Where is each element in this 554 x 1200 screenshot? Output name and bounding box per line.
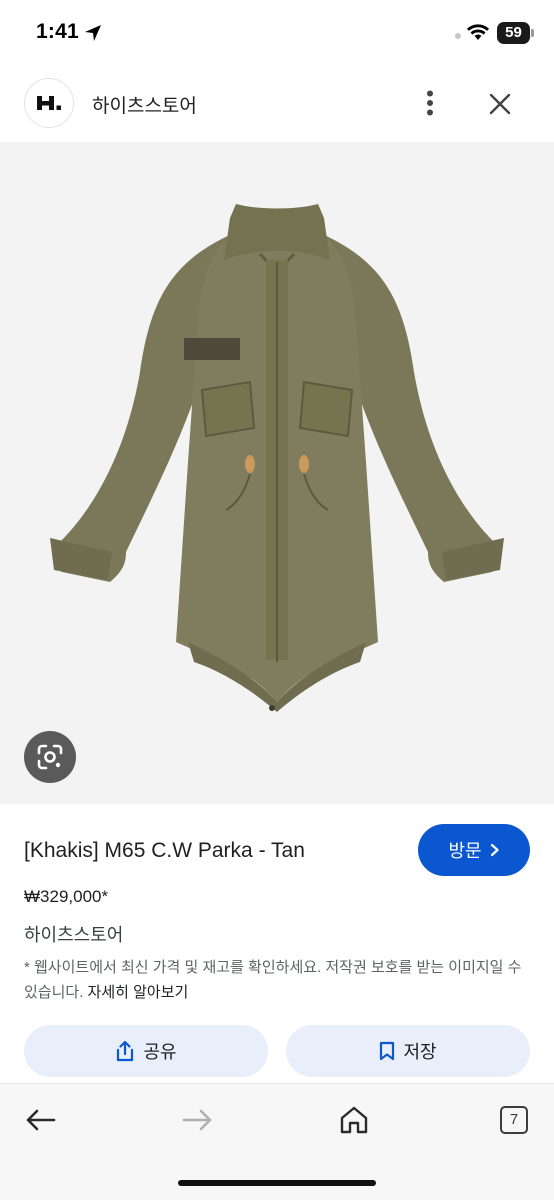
- tabs-button[interactable]: 7: [494, 1100, 534, 1140]
- share-label: 공유: [143, 1042, 177, 1062]
- product-image: [50, 204, 504, 712]
- visit-button[interactable]: 방문: [418, 824, 530, 876]
- save-button[interactable]: 저장: [286, 1025, 530, 1077]
- product-price: ₩329,000*: [24, 887, 109, 906]
- site-logo[interactable]: [24, 78, 74, 128]
- forward-button[interactable]: [178, 1100, 218, 1140]
- battery-indicator: 59: [497, 22, 530, 44]
- home-icon: [340, 1106, 368, 1134]
- close-icon: [489, 93, 511, 115]
- share-button[interactable]: 공유: [24, 1025, 268, 1077]
- more-options-button[interactable]: [416, 84, 444, 122]
- status-bar: 1:41 59: [0, 0, 554, 66]
- chevron-right-icon: [490, 843, 499, 857]
- google-lens-button[interactable]: [24, 731, 76, 783]
- site-logo-icon: [37, 96, 61, 110]
- visit-label: 방문: [448, 841, 482, 861]
- tabs-icon: 7: [500, 1106, 528, 1134]
- learn-more-link[interactable]: 자세히 알아보기: [88, 984, 189, 1001]
- back-arrow-icon: [26, 1109, 56, 1131]
- seller-name[interactable]: 하이츠스토어: [24, 921, 123, 947]
- bottom-toolbar: 7: [0, 1083, 554, 1200]
- forward-arrow-icon: [182, 1109, 212, 1131]
- back-button[interactable]: [20, 1100, 60, 1140]
- close-button[interactable]: [482, 86, 518, 122]
- location-arrow-icon: [85, 25, 101, 41]
- status-time: 1:41: [36, 20, 79, 43]
- battery-nub: [531, 29, 534, 37]
- home-indicator: [178, 1180, 376, 1186]
- home-button[interactable]: [334, 1100, 374, 1140]
- site-name[interactable]: 하이츠스토어: [92, 91, 197, 118]
- wifi-icon: [467, 24, 489, 40]
- bookmark-icon: [380, 1041, 395, 1061]
- product-title: [Khakis] M65 C.W Parka - Tan: [24, 839, 305, 862]
- header: 하이츠스토어: [0, 66, 554, 142]
- status-dot: [455, 33, 461, 39]
- product-image-area[interactable]: [0, 142, 554, 804]
- google-lens-icon: [37, 744, 63, 770]
- page: 1:41 59 하이츠스토어 [Khakis] M65 C.W Parka - …: [0, 0, 554, 1200]
- more-vert-icon: [427, 90, 433, 116]
- disclaimer: * 웹사이트에서 최신 가격 및 재고를 확인하세요. 저작권 보호를 받는 이…: [24, 955, 524, 1005]
- share-icon: [117, 1040, 134, 1062]
- save-label: 저장: [403, 1042, 437, 1062]
